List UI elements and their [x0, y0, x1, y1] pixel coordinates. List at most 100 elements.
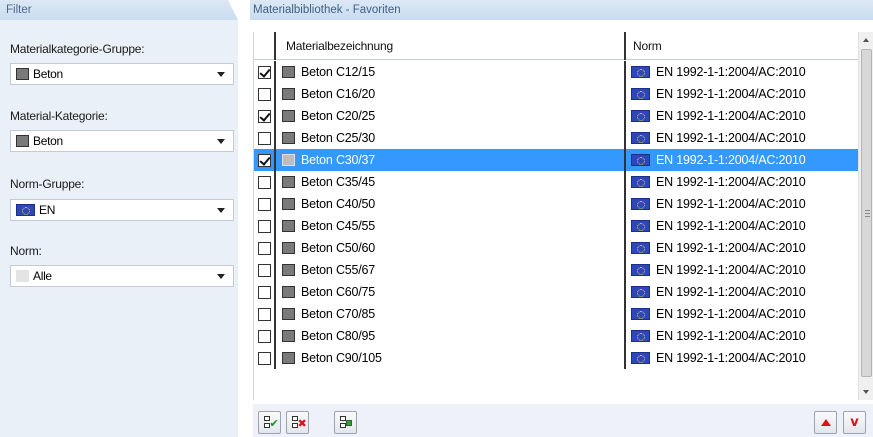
table-row[interactable]: Beton C40/50 EN 1992-1-1:2004/AC:2010 [254, 193, 860, 215]
favorite-checkbox[interactable] [257, 285, 271, 299]
norm-cell[interactable]: EN 1992-1-1:2004/AC:2010 [626, 347, 860, 369]
table-row[interactable]: Beton C60/75 EN 1992-1-1:2004/AC:2010 [254, 281, 860, 303]
column-header-check[interactable] [254, 32, 276, 60]
norm-cell[interactable]: EN 1992-1-1:2004/AC:2010 [626, 105, 860, 127]
material-name-cell[interactable]: Beton C50/60 [276, 237, 626, 259]
move-down-icon: v [850, 415, 859, 430]
eu-flag-icon [631, 110, 650, 122]
norm-cell[interactable]: EN 1992-1-1:2004/AC:2010 [626, 193, 860, 215]
material-name-cell[interactable]: Beton C16/20 [276, 83, 626, 105]
column-header-name[interactable]: Materialbezeichnung [276, 32, 626, 60]
norm-cell[interactable]: EN 1992-1-1:2004/AC:2010 [626, 127, 860, 149]
row-check-cell [254, 281, 276, 303]
favorite-checkbox[interactable] [257, 329, 271, 343]
favorite-checkbox[interactable] [257, 197, 271, 211]
material-name-cell[interactable]: Beton C60/75 [276, 281, 626, 303]
scroll-down-icon[interactable] [859, 384, 873, 400]
favorite-checkbox[interactable] [257, 219, 271, 233]
invert-selection-button[interactable] [334, 411, 357, 434]
vertical-scrollbar[interactable] [858, 32, 873, 400]
table-row[interactable]: Beton C50/60 EN 1992-1-1:2004/AC:2010 [254, 237, 860, 259]
favorite-checkbox[interactable] [257, 241, 271, 255]
material-name-cell[interactable]: Beton C55/67 [276, 259, 626, 281]
gray-swatch-icon [282, 286, 295, 298]
norm-cell[interactable]: EN 1992-1-1:2004/AC:2010 [626, 171, 860, 193]
material-library-panel: Materialbibliothek - Favoriten Materialb… [250, 0, 873, 437]
favorite-checkbox[interactable] [257, 175, 271, 189]
gray-swatch-icon [282, 308, 295, 320]
norm-group-label: Norm-Gruppe: [10, 177, 85, 191]
material-name-cell[interactable]: Beton C45/55 [276, 215, 626, 237]
norm-cell[interactable]: EN 1992-1-1:2004/AC:2010 [626, 83, 860, 105]
move-up-button[interactable] [814, 411, 837, 434]
norm-cell[interactable]: EN 1992-1-1:2004/AC:2010 [626, 259, 860, 281]
material-name-cell[interactable]: Beton C35/45 [276, 171, 626, 193]
norm-dropdown[interactable]: Alle [10, 265, 234, 287]
norm-name: EN 1992-1-1:2004/AC:2010 [656, 153, 806, 167]
deselect-all-button[interactable]: ✖ [286, 411, 309, 434]
norm-cell[interactable]: EN 1992-1-1:2004/AC:2010 [626, 215, 860, 237]
material-name-cell[interactable]: Beton C12/15 [276, 61, 626, 83]
material-category-group-dropdown[interactable]: Beton [10, 63, 234, 85]
favorite-checkbox[interactable] [257, 87, 271, 101]
favorite-checkbox[interactable] [257, 351, 271, 365]
norm-cell[interactable]: EN 1992-1-1:2004/AC:2010 [626, 237, 860, 259]
chevron-down-icon [217, 138, 225, 144]
blank-swatch-icon [16, 270, 29, 282]
table-row[interactable]: Beton C70/85 EN 1992-1-1:2004/AC:2010 [254, 303, 860, 325]
material-name-cell[interactable]: Beton C30/37 [276, 149, 626, 171]
table-row[interactable]: Beton C45/55 EN 1992-1-1:2004/AC:2010 [254, 215, 860, 237]
row-check-cell [254, 193, 276, 215]
table-row[interactable]: Beton C35/45 EN 1992-1-1:2004/AC:2010 [254, 171, 860, 193]
table-row[interactable]: Beton C30/37 EN 1992-1-1:2004/AC:2010 [254, 149, 860, 171]
favorite-checkbox[interactable] [257, 263, 271, 277]
norm-cell[interactable]: EN 1992-1-1:2004/AC:2010 [626, 61, 860, 83]
eu-flag-icon [631, 308, 650, 320]
material-name-cell[interactable]: Beton C25/30 [276, 127, 626, 149]
material-name: Beton C70/85 [301, 307, 376, 321]
material-category-group-label: Materialkategorie-Gruppe: [10, 42, 145, 56]
select-all-button[interactable]: ✔ [258, 411, 281, 434]
scroll-up-icon[interactable] [859, 32, 873, 48]
norm-cell[interactable]: EN 1992-1-1:2004/AC:2010 [626, 281, 860, 303]
gray-swatch-icon [282, 242, 295, 254]
column-header-norm[interactable]: Norm [626, 32, 860, 60]
row-check-cell [254, 325, 276, 347]
norm-cell[interactable]: EN 1992-1-1:2004/AC:2010 [626, 149, 860, 171]
eu-flag-icon [631, 66, 650, 78]
table-row[interactable]: Beton C80/95 EN 1992-1-1:2004/AC:2010 [254, 325, 860, 347]
favorite-checkbox[interactable] [257, 131, 271, 145]
favorite-checkbox[interactable] [257, 153, 271, 167]
table-row[interactable]: Beton C25/30 EN 1992-1-1:2004/AC:2010 [254, 127, 860, 149]
material-name: Beton C80/95 [301, 329, 376, 343]
material-name-cell[interactable]: Beton C70/85 [276, 303, 626, 325]
material-category-dropdown[interactable]: Beton [10, 130, 234, 152]
norm-name: EN 1992-1-1:2004/AC:2010 [656, 197, 806, 211]
material-name-cell[interactable]: Beton C20/25 [276, 105, 626, 127]
material-name: Beton C35/45 [301, 175, 376, 189]
favorite-checkbox[interactable] [257, 109, 271, 123]
favorite-checkbox[interactable] [257, 65, 271, 79]
table-row[interactable]: Beton C16/20 EN 1992-1-1:2004/AC:2010 [254, 83, 860, 105]
gray-swatch-icon [282, 66, 295, 78]
material-name-cell[interactable]: Beton C80/95 [276, 325, 626, 347]
norm-group-value: EN [39, 203, 56, 217]
gray-swatch-icon [282, 220, 295, 232]
norm-cell[interactable]: EN 1992-1-1:2004/AC:2010 [626, 325, 860, 347]
move-down-button[interactable]: v [843, 411, 866, 434]
norm-group-dropdown[interactable]: EN [10, 199, 234, 221]
norm-name: EN 1992-1-1:2004/AC:2010 [656, 175, 806, 189]
table-row[interactable]: Beton C90/105 EN 1992-1-1:2004/AC:2010 [254, 347, 860, 369]
norm-cell[interactable]: EN 1992-1-1:2004/AC:2010 [626, 303, 860, 325]
material-name-cell[interactable]: Beton C90/105 [276, 347, 626, 369]
table-row[interactable]: Beton C55/67 EN 1992-1-1:2004/AC:2010 [254, 259, 860, 281]
row-check-cell [254, 237, 276, 259]
material-name-cell[interactable]: Beton C40/50 [276, 193, 626, 215]
favorite-checkbox[interactable] [257, 307, 271, 321]
table-row[interactable]: Beton C12/15 EN 1992-1-1:2004/AC:2010 [254, 61, 860, 83]
row-check-cell [254, 215, 276, 237]
material-name: Beton C40/50 [301, 197, 376, 211]
scrollbar-thumb[interactable] [861, 49, 872, 377]
norm-name: EN 1992-1-1:2004/AC:2010 [656, 307, 806, 321]
table-row[interactable]: Beton C20/25 EN 1992-1-1:2004/AC:2010 [254, 105, 860, 127]
